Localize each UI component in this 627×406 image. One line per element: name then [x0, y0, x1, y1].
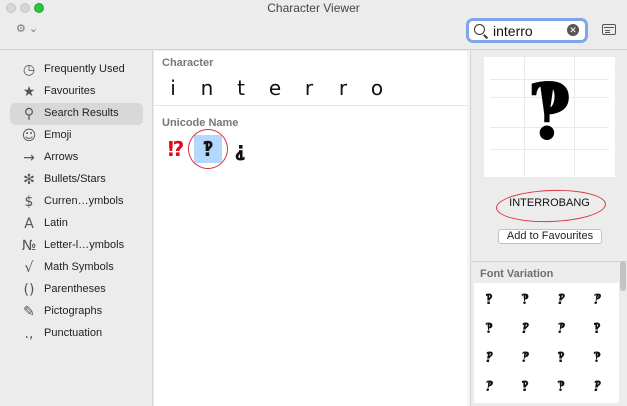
- font-variation-cell[interactable]: ‽: [584, 287, 610, 313]
- parentheses-icon: (): [23, 282, 35, 298]
- dollar-icon: $: [24, 194, 34, 210]
- search-icon: ⚲: [23, 106, 35, 122]
- font-variation-cell[interactable]: ‽: [584, 374, 610, 400]
- divider: [154, 105, 470, 106]
- sidebar-item-label: Math Symbols: [44, 261, 114, 273]
- sidebar-item-math-symbols[interactable]: √ Math Symbols: [10, 257, 143, 279]
- sidebar-item-frequently-used[interactable]: ◷ Frequently Used: [10, 59, 143, 81]
- sidebar-item-emoji[interactable]: ☺ Emoji: [10, 125, 143, 147]
- add-to-favourites-button[interactable]: Add to Favourites: [498, 229, 602, 244]
- font-variation-cell[interactable]: ‽: [476, 374, 502, 400]
- sidebar-item-label: Emoji: [44, 129, 72, 141]
- pictograph-icon: ✎: [23, 304, 35, 320]
- result-glyph[interactable]: ⁉: [162, 135, 190, 163]
- character-cell[interactable]: t: [226, 72, 256, 104]
- glyph-char: ⁉: [167, 137, 185, 161]
- clock-icon: ◷: [22, 62, 36, 78]
- title-bar: Character Viewer ⚙︎ ⌄ ✕: [0, 0, 627, 50]
- glyph-preview: ‽: [484, 57, 615, 177]
- sidebar-item-arrows[interactable]: → Arrows: [10, 147, 143, 169]
- font-variation-cell[interactable]: ‽: [512, 287, 538, 313]
- character-section-header: Character: [162, 57, 214, 69]
- results-pane: Character interro Unicode Name ⁉ ‽ ⸘: [154, 51, 470, 406]
- sidebar-item-search-results[interactable]: ⚲ Search Results: [10, 103, 143, 125]
- latin-a-icon: A: [24, 216, 34, 232]
- asterisk-icon: ✻: [23, 172, 35, 188]
- sidebar-item-label: Latin: [44, 217, 68, 229]
- font-variation-cell[interactable]: ‽: [548, 287, 574, 313]
- sidebar-item-label: Frequently Used: [44, 63, 125, 75]
- smiley-icon: ☺: [21, 128, 37, 144]
- font-variation-cell[interactable]: ‽: [512, 316, 538, 342]
- font-variation-grid: ‽ ‽ ‽ ‽ ‽ ‽ ‽ ‽ ‽ ‽ ‽ ‽ ‽ ‽ ‽ ‽: [474, 283, 619, 403]
- font-variation-cell[interactable]: ‽: [476, 287, 502, 313]
- selected-result-glyph[interactable]: ‽: [183, 124, 233, 174]
- category-sidebar: ◷ Frequently Used ★ Favourites ⚲ Search Resul…: [0, 51, 153, 406]
- sidebar-item-label: Letter-l…ymbols: [44, 239, 125, 251]
- annotation-circle: [495, 188, 607, 224]
- character-row: interro: [154, 72, 470, 104]
- font-variation-cell[interactable]: ‽: [512, 374, 538, 400]
- clear-search-icon[interactable]: ✕: [567, 24, 579, 36]
- font-variation-header: Font Variation: [480, 268, 554, 280]
- unicode-results-row: ⁉ ‽ ⸘: [158, 124, 458, 174]
- search-field[interactable]: ✕: [466, 18, 588, 43]
- sidebar-item-curren-ymbols[interactable]: $ Curren…ymbols: [10, 191, 143, 213]
- font-variation-cell[interactable]: ‽: [548, 345, 574, 371]
- font-variation-cell[interactable]: ‽: [476, 316, 502, 342]
- sidebar-item-latin[interactable]: A Latin: [10, 213, 143, 235]
- font-variation-cell[interactable]: ‽: [476, 345, 502, 371]
- view-toggle-icon[interactable]: [602, 24, 616, 35]
- search-icon: [474, 24, 485, 35]
- sidebar-item-label: Parentheses: [44, 283, 106, 295]
- font-variation-cell[interactable]: ‽: [512, 345, 538, 371]
- sidebar-item-label: Pictographs: [44, 305, 103, 317]
- character-cell[interactable]: r: [328, 72, 358, 104]
- numero-icon: №: [21, 238, 37, 254]
- glyph-char: ⸘: [234, 137, 246, 161]
- sidebar-item-label: Favourites: [44, 85, 96, 97]
- scrollbar-thumb[interactable]: [620, 261, 626, 291]
- sidebar-item-pictographs[interactable]: ✎ Pictographs: [10, 301, 143, 323]
- sidebar-item-parentheses[interactable]: () Parentheses: [10, 279, 143, 301]
- sidebar-item-label: Punctuation: [44, 327, 103, 339]
- sidebar-item-favourites[interactable]: ★ Favourites: [10, 81, 143, 103]
- font-variation-cell[interactable]: ‽: [584, 316, 610, 342]
- window-title: Character Viewer: [267, 1, 360, 15]
- character-cell[interactable]: r: [294, 72, 324, 104]
- arrow-icon: →: [23, 150, 35, 166]
- preview-glyph: ‽: [526, 67, 573, 158]
- character-cell[interactable]: e: [260, 72, 290, 104]
- action-menu-button[interactable]: ⚙︎ ⌄: [16, 22, 38, 35]
- sidebar-item-label: Search Results: [44, 107, 119, 119]
- sidebar-item-letter-l-ymbols[interactable]: № Letter-l…ymbols: [10, 235, 143, 257]
- font-variation-cell[interactable]: ‽: [584, 345, 610, 371]
- character-cell[interactable]: n: [192, 72, 222, 104]
- star-icon: ★: [22, 84, 36, 100]
- annotation-circle: [183, 124, 233, 174]
- divider: [471, 261, 627, 262]
- sidebar-item-bullets-stars[interactable]: ✻ Bullets/Stars: [10, 169, 143, 191]
- sqrt-icon: √: [24, 260, 34, 276]
- font-variation-cell[interactable]: ‽: [548, 316, 574, 342]
- sidebar-item-punctuation[interactable]: ., Punctuation: [10, 323, 143, 345]
- detail-panel: ‽ INTERROBANG Add to Favourites Font Var…: [470, 51, 627, 406]
- sidebar-item-label: Bullets/Stars: [44, 173, 106, 185]
- search-input[interactable]: [493, 22, 563, 40]
- punctuation-icon: .,: [24, 326, 34, 342]
- sidebar-item-label: Curren…ymbols: [44, 195, 124, 207]
- character-cell[interactable]: o: [362, 72, 392, 104]
- font-variation-cell[interactable]: ‽: [548, 374, 574, 400]
- character-cell[interactable]: i: [158, 72, 188, 104]
- result-glyph[interactable]: ⸘: [226, 135, 254, 163]
- unicode-section-header: Unicode Name: [162, 117, 239, 129]
- sidebar-item-label: Arrows: [44, 151, 79, 163]
